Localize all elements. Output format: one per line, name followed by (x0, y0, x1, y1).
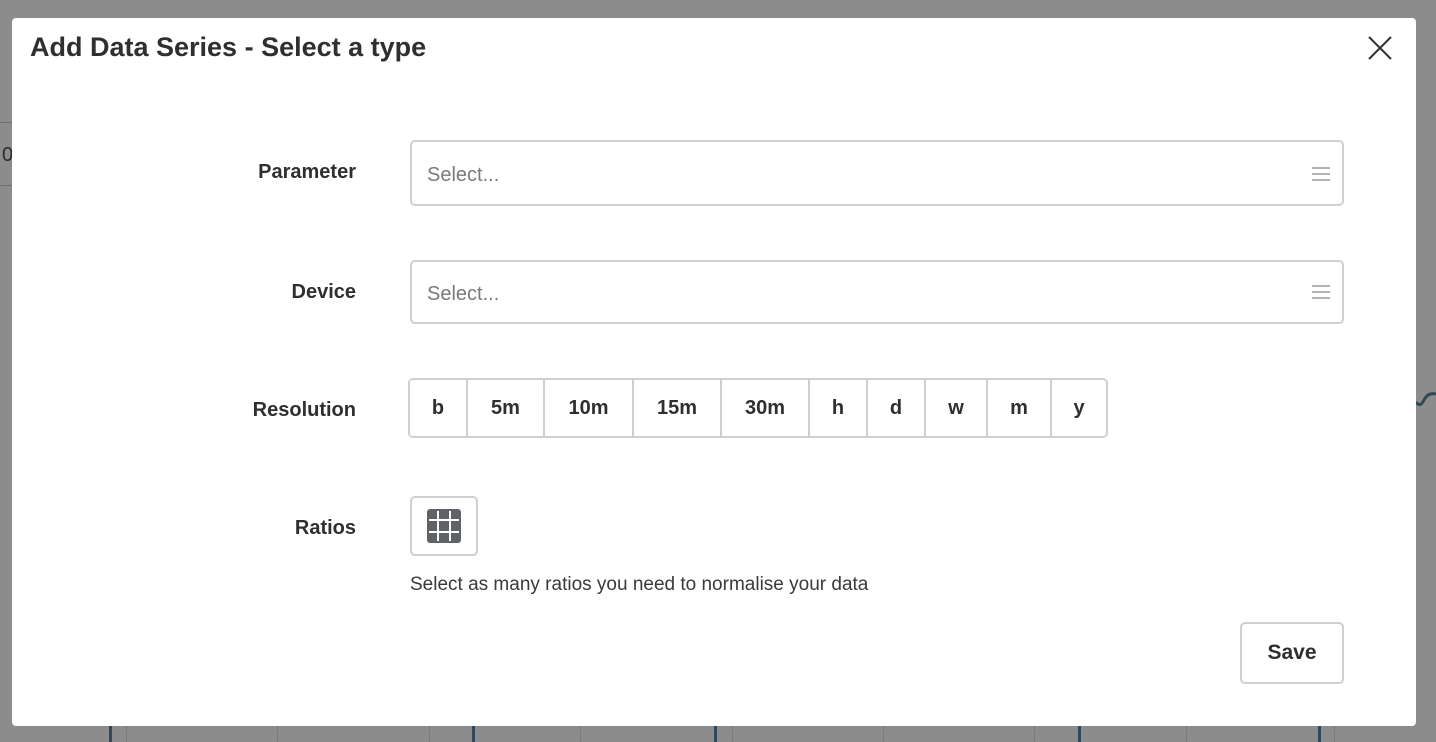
close-icon (1368, 36, 1392, 60)
resolution-option-w[interactable]: w (926, 380, 988, 436)
hamburger-icon (1312, 285, 1330, 301)
save-button[interactable]: Save (1240, 622, 1344, 684)
ratios-label: Ratios (294, 517, 356, 539)
resolution-option-m[interactable]: m (988, 380, 1052, 436)
background-chart-line (109, 726, 112, 742)
parameter-select[interactable]: Select... (410, 140, 1344, 206)
resolution-option-5m[interactable]: 5m (468, 380, 545, 436)
background-gridline (732, 726, 733, 742)
background-gridline (429, 726, 430, 742)
grid-icon (427, 509, 461, 543)
resolution-label: Resolution (252, 399, 356, 421)
resolution-option-10m[interactable]: 10m (545, 380, 634, 436)
add-data-series-modal: Add Data Series - Select a type Paramete… (12, 18, 1416, 726)
resolution-option-h[interactable]: h (810, 380, 868, 436)
background-chart-line (1318, 726, 1321, 742)
background-gridline (1334, 726, 1335, 742)
background-gridline (580, 726, 581, 742)
parameter-placeholder: Select... (427, 164, 500, 186)
background-chart-curve (1416, 392, 1436, 407)
resolution-option-y[interactable]: y (1052, 380, 1106, 436)
resolution-option-d[interactable]: d (868, 380, 926, 436)
resolution-option-30m[interactable]: 30m (722, 380, 810, 436)
background-gridline (883, 726, 884, 742)
device-placeholder: Select... (427, 283, 500, 305)
background-gridline (126, 726, 127, 742)
background-gridline (1034, 726, 1035, 742)
background-gridline (277, 726, 278, 742)
ratios-help-text: Select as many ratios you need to normal… (410, 574, 869, 595)
close-button[interactable] (1364, 32, 1396, 64)
parameter-label: Parameter (258, 161, 356, 183)
background-chart-line (714, 726, 717, 742)
resolution-button-group: b 5m 10m 15m 30m h d w m y (408, 378, 1108, 438)
background-divider (0, 185, 12, 186)
resolution-option-b[interactable]: b (410, 380, 468, 436)
background-chart-line (1078, 726, 1081, 742)
hamburger-icon (1312, 167, 1330, 183)
ratios-button[interactable] (410, 496, 478, 556)
background-chart-line (472, 726, 475, 742)
background-divider (0, 122, 12, 123)
device-label: Device (291, 281, 357, 303)
resolution-option-15m[interactable]: 15m (634, 380, 722, 436)
background-gridline (1186, 726, 1187, 742)
device-select[interactable]: Select... (410, 260, 1344, 324)
modal-title: Add Data Series - Select a type (30, 32, 427, 62)
